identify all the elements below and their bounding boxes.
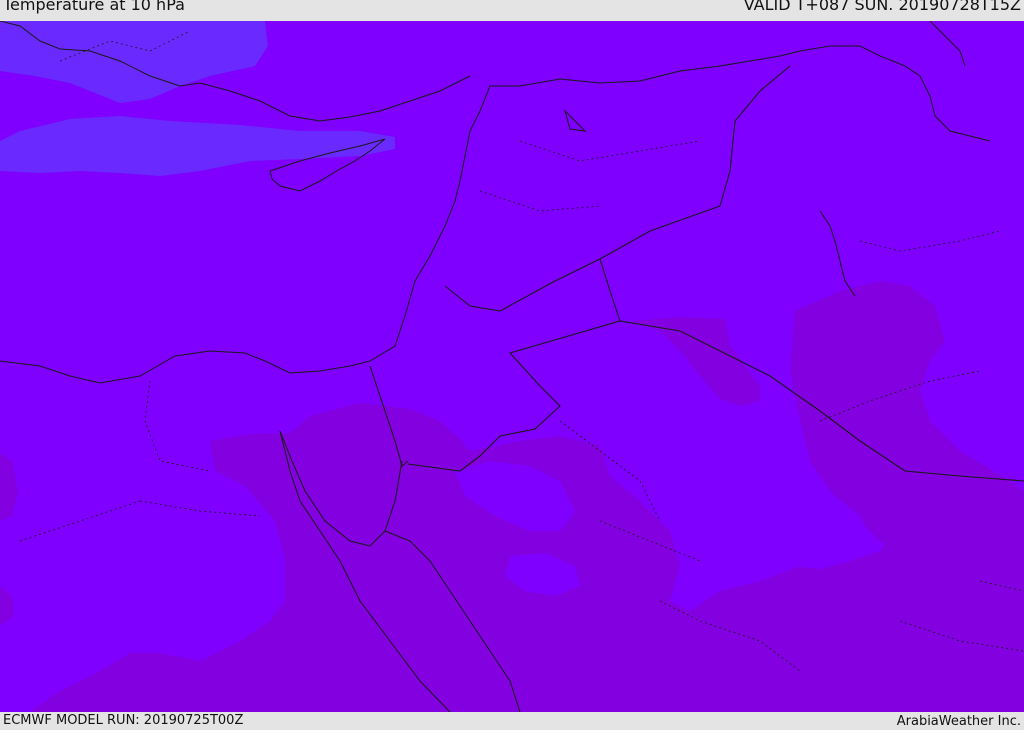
model-run: ECMWF MODEL RUN: 20190725T00Z (3, 713, 244, 728)
map-canvas (0, 21, 1024, 712)
footer-bar: ECMWF MODEL RUN: 20190725T00Z ArabiaWeat… (0, 712, 1024, 729)
header-bar: Temperature at 10 hPa VALID T+087 SUN. 2… (0, 0, 1024, 21)
temperature-map[interactable] (0, 21, 1024, 712)
map-title: Temperature at 10 hPa (3, 0, 185, 14)
valid-time: VALID T+087 SUN. 20190728T15Z (743, 0, 1021, 14)
credit-text: ArabiaWeather Inc. (896, 714, 1021, 729)
